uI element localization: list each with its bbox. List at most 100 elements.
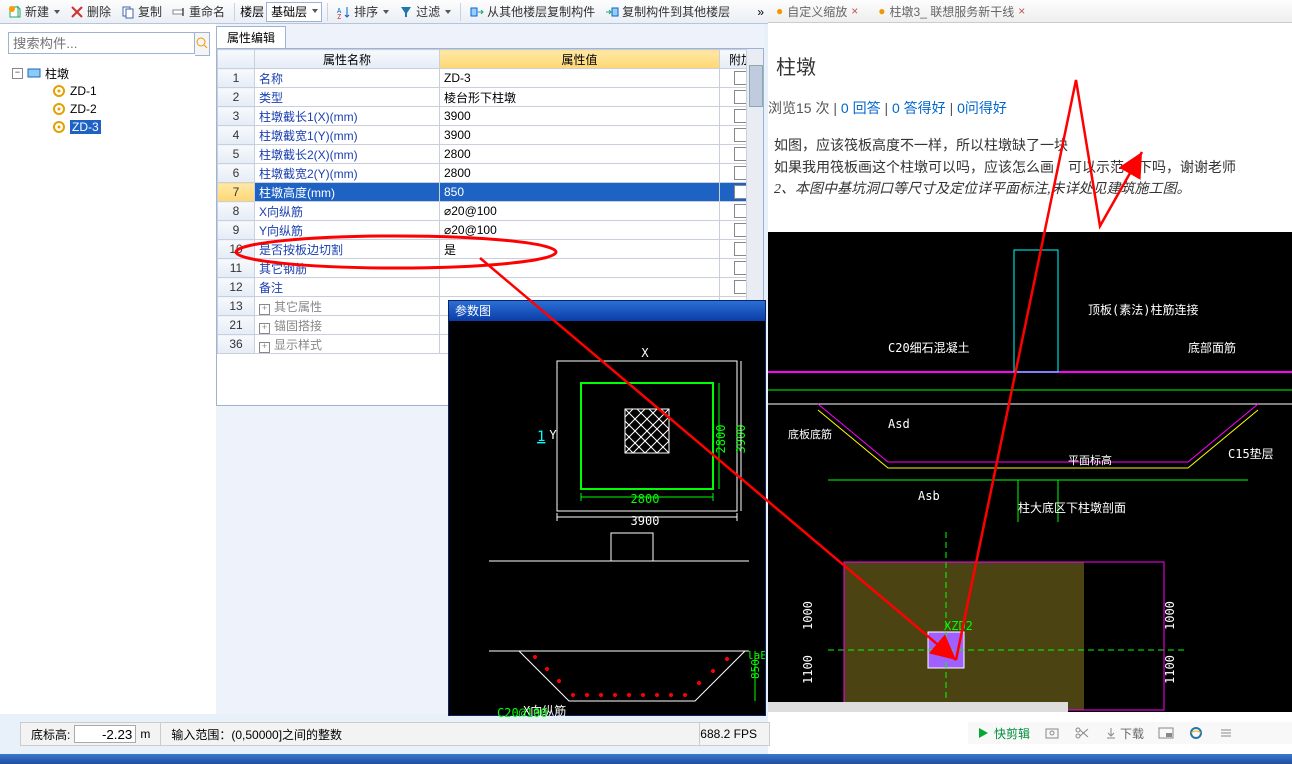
prop-name: 其它钢筋 bbox=[255, 259, 440, 278]
svg-text:1100: 1100 bbox=[1163, 655, 1177, 684]
collapse-icon[interactable]: − bbox=[12, 68, 23, 79]
row-index: 4 bbox=[218, 126, 255, 145]
row-index: 21 bbox=[218, 316, 255, 335]
svg-text:2800: 2800 bbox=[714, 425, 728, 454]
floor-combo[interactable]: 基础层 bbox=[266, 2, 322, 22]
close-icon[interactable]: × bbox=[851, 4, 858, 18]
scissors-icon[interactable] bbox=[1074, 725, 1090, 741]
property-row[interactable]: 11其它钢筋 bbox=[218, 259, 763, 278]
svg-text:1000: 1000 bbox=[801, 601, 815, 630]
prop-value[interactable]: 棱台形下柱墩 bbox=[440, 88, 720, 107]
tree-item-label: ZD-2 bbox=[70, 102, 97, 116]
prop-name: Y向纵筋 bbox=[255, 221, 440, 240]
svg-text:平面标高: 平面标高 bbox=[1068, 453, 1112, 467]
svg-text:C20@100: C20@100 bbox=[497, 706, 548, 717]
copy-to-button[interactable]: 复制构件到其他楼层 bbox=[601, 2, 734, 21]
sort-button[interactable]: AZ 排序 bbox=[333, 2, 393, 21]
stats-link[interactable]: 0问得好 bbox=[957, 100, 1007, 116]
download-button[interactable]: 下载 bbox=[1104, 725, 1144, 741]
copy-button[interactable]: 复制 bbox=[117, 2, 166, 21]
prop-value[interactable] bbox=[440, 259, 720, 278]
search-input[interactable] bbox=[8, 32, 195, 54]
copy-label: 复制 bbox=[138, 3, 162, 20]
svg-text:顶板(素法)柱筋连接: 顶板(素法)柱筋连接 bbox=[1088, 302, 1198, 317]
copy-from-button[interactable]: 从其他楼层复制构件 bbox=[466, 2, 599, 21]
row-index: 11 bbox=[218, 259, 255, 278]
scrollbar-thumb[interactable] bbox=[749, 65, 763, 107]
property-row[interactable]: 2类型棱台形下柱墩 bbox=[218, 88, 763, 107]
browser-tab[interactable]: ●自定义缩放× bbox=[776, 3, 858, 20]
tree-item[interactable]: ZD-3 bbox=[12, 118, 216, 136]
delete-label: 删除 bbox=[87, 3, 111, 20]
property-row[interactable]: 12备注 bbox=[218, 278, 763, 297]
svg-text:XZD2: XZD2 bbox=[944, 619, 973, 633]
elevation-input[interactable] bbox=[74, 725, 136, 743]
ie-icon[interactable] bbox=[1188, 725, 1204, 741]
quick-clip-button[interactable]: 快剪辑 bbox=[976, 725, 1030, 742]
property-row[interactable]: 3柱墩截长1(X)(mm)3900 bbox=[218, 107, 763, 126]
close-icon[interactable]: × bbox=[1018, 4, 1025, 18]
prop-name: 柱墩截宽2(Y)(mm) bbox=[255, 164, 440, 183]
property-row[interactable]: 6柱墩截宽2(Y)(mm)2800 bbox=[218, 164, 763, 183]
component-tree-pane: − 柱墩 ZD-1 ZD-2 ZD-3 bbox=[0, 24, 217, 714]
filter-button[interactable]: 过滤 bbox=[395, 2, 455, 21]
prop-name: 柱墩截宽1(Y)(mm) bbox=[255, 126, 440, 145]
row-index: 10 bbox=[218, 240, 255, 259]
prop-value[interactable]: ⌀20@100 bbox=[440, 202, 720, 221]
svg-text:柱大底区下柱墩剖面: 柱大底区下柱墩剖面 bbox=[1018, 500, 1126, 515]
separator bbox=[234, 3, 235, 21]
tree-item[interactable]: ZD-1 bbox=[12, 82, 216, 100]
prop-name: 备注 bbox=[255, 278, 440, 297]
tree-item[interactable]: ZD-2 bbox=[12, 100, 216, 118]
property-row[interactable]: 7柱墩高度(mm)850 bbox=[218, 183, 763, 202]
main-toolbar: 新建 删除 复制 重命名 楼层 基础层 AZ 排序 过滤 从其他楼层复制构件 bbox=[0, 0, 768, 24]
new-button[interactable]: 新建 bbox=[4, 2, 64, 21]
delete-button[interactable]: 删除 bbox=[66, 2, 115, 21]
sort-icon: AZ bbox=[337, 5, 351, 19]
settings-icon[interactable] bbox=[1218, 725, 1234, 741]
separator bbox=[460, 3, 461, 21]
row-index: 6 bbox=[218, 164, 255, 183]
prop-value[interactable]: 3900 bbox=[440, 126, 720, 145]
prop-value[interactable]: 是 bbox=[440, 240, 720, 259]
tab-label: 自定义缩放 bbox=[787, 3, 847, 20]
copy-icon bbox=[121, 5, 135, 19]
stats-link[interactable]: 0 答得好 bbox=[892, 100, 946, 116]
prop-value[interactable]: 850 bbox=[440, 183, 720, 202]
copy-to-icon bbox=[605, 5, 619, 19]
search-button[interactable] bbox=[195, 32, 210, 56]
prop-value[interactable] bbox=[440, 278, 720, 297]
svg-text:Z: Z bbox=[337, 13, 341, 19]
prop-value[interactable]: ZD-3 bbox=[440, 69, 720, 88]
prop-value[interactable]: 2800 bbox=[440, 145, 720, 164]
prop-value[interactable]: 3900 bbox=[440, 107, 720, 126]
property-row[interactable]: 10是否按板边切割是 bbox=[218, 240, 763, 259]
page-stats: 浏览15 次 | 0 回答 | 0 答得好 | 0问得好 bbox=[768, 98, 1292, 134]
row-index: 7 bbox=[218, 183, 255, 202]
svg-text:C15垫层: C15垫层 bbox=[1228, 446, 1274, 461]
svg-text:1: 1 bbox=[537, 429, 545, 445]
property-row[interactable]: 9Y向纵筋⌀20@100 bbox=[218, 221, 763, 240]
prop-name: 柱墩截长1(X)(mm) bbox=[255, 107, 440, 126]
svg-text:2800: 2800 bbox=[631, 492, 660, 506]
rename-button[interactable]: 重命名 bbox=[168, 2, 229, 21]
browser-tab[interactable]: ●柱墩3_ 联想服务新干线× bbox=[878, 3, 1025, 20]
property-row[interactable]: 8X向纵筋⌀20@100 bbox=[218, 202, 763, 221]
copy-from-label: 从其他楼层复制构件 bbox=[487, 3, 595, 20]
dropdown-icon bbox=[383, 10, 389, 14]
prop-value[interactable]: 2800 bbox=[440, 164, 720, 183]
toolbar-overflow-icon[interactable]: » bbox=[757, 5, 764, 19]
pip-icon[interactable] bbox=[1158, 725, 1174, 741]
prop-value[interactable]: ⌀20@100 bbox=[440, 221, 720, 240]
tree-root[interactable]: − 柱墩 bbox=[12, 64, 216, 82]
prop-name: +锚固搭接 bbox=[255, 316, 440, 335]
filter-label: 过滤 bbox=[416, 3, 440, 20]
capture-icon[interactable] bbox=[1044, 725, 1060, 741]
property-row[interactable]: 4柱墩截宽1(Y)(mm)3900 bbox=[218, 126, 763, 145]
prop-name: 名称 bbox=[255, 69, 440, 88]
stats-link[interactable]: 0 回答 bbox=[841, 100, 881, 116]
floor-label: 楼层 bbox=[240, 3, 264, 20]
rename-label: 重命名 bbox=[189, 3, 225, 20]
property-row[interactable]: 5柱墩截长2(X)(mm)2800 bbox=[218, 145, 763, 164]
property-row[interactable]: 1名称ZD-3 bbox=[218, 69, 763, 88]
